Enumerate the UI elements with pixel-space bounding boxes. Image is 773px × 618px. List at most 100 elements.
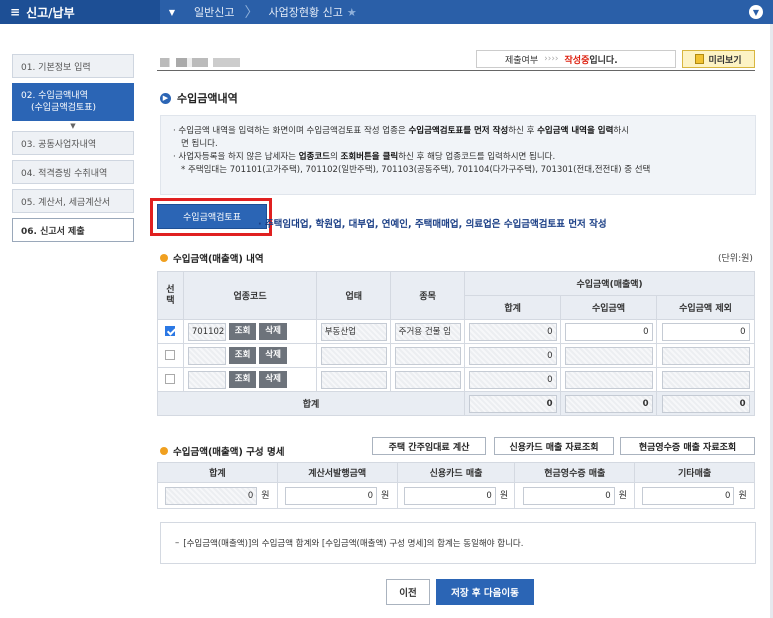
hamburger-icon: ≡ [10, 5, 21, 19]
business-type-cell [316, 367, 392, 392]
breadcrumb-item-business-report[interactable]: 사업장현황 신고 ★ [258, 0, 366, 24]
row-checkbox[interactable] [165, 374, 176, 385]
main-menu-label: 신고/납부 [26, 5, 75, 20]
lookup-button[interactable]: 조회 [228, 371, 257, 388]
invoice-amount-input[interactable]: 0 [285, 486, 378, 505]
row-checkbox[interactable] [165, 350, 176, 361]
excluded-input[interactable] [661, 370, 750, 389]
total-cell: 0 [464, 367, 562, 392]
save-next-button[interactable]: 저장 후 다음이동 [436, 579, 534, 605]
note-text: [수입금액(매출액)]의 수입금액 합계와 [수입금액(매출액) 구성 명세]의… [183, 539, 524, 549]
item-input[interactable] [394, 346, 461, 365]
header-comp-total: 합계 [157, 462, 278, 483]
excluded-input[interactable]: 0 [661, 322, 750, 341]
composition-title-text: 수입금액(매출액) 구성 명세 [173, 447, 285, 458]
revenue-cell [560, 367, 657, 392]
top-nav-bar: ≡ 신고/납부 ▼ 일반신고 〉 사업장현황 신고 ★ ▼ [0, 0, 773, 24]
won-unit: 원 [618, 491, 627, 501]
sidebar-item-label: 04. 적격증빙 수취내역 [21, 168, 108, 179]
sidebar-item-qualified-evidence[interactable]: 04. 적격증빙 수취내역 [12, 160, 134, 184]
preview-label: 미리보기 [708, 55, 742, 66]
excluded-cell [656, 343, 755, 368]
header-item: 종목 [390, 271, 466, 320]
header-text: 선택 [166, 284, 175, 306]
section-title: ▶ 수입금액내역 [160, 90, 238, 106]
industry-code-input[interactable] [187, 346, 226, 365]
highlight-frame [150, 198, 272, 236]
sidebar-item-label: 05. 계산서, 세금계산서 [21, 197, 111, 208]
won-unit: 원 [738, 491, 747, 501]
sidebar-item-invoices[interactable]: 05. 계산서, 세금계산서 [12, 189, 134, 213]
header-industry-code: 업종코드 [182, 271, 318, 320]
header-card-sales: 신용카드 매출 [396, 462, 516, 483]
revenue-table: 선택 업종코드 업태 종목 수입금액(매출액) 합계 수입금액 수입금액 제외 … [156, 271, 755, 416]
status-suffix: 입니다. [589, 55, 618, 66]
won-unit: 원 [499, 491, 509, 501]
delete-button[interactable]: 삭제 [259, 371, 287, 388]
excluded-cell [656, 367, 755, 392]
info-line-4: * 주택임대는 701101(고가주택), 701102(일반주택), 7011… [181, 165, 651, 175]
sum-excluded-cell: 0 [656, 391, 755, 416]
menu-dropdown-chevron-icon[interactable]: ▼ [160, 0, 184, 24]
sidebar-item-basic-info[interactable]: 01. 기본정보 입력 [12, 54, 134, 78]
business-type-input[interactable] [320, 370, 387, 389]
industry-code-cell: 조회 삭제 [182, 367, 318, 392]
favorite-star-icon[interactable]: ★ [347, 6, 357, 19]
industry-code-input[interactable]: 701102 [187, 322, 226, 341]
industry-code-cell: 701102 조회 삭제 [182, 319, 318, 344]
header-cash-receipt-sales: 현금영수증 매출 [514, 462, 636, 483]
info-text: 하신 후 [508, 126, 538, 136]
review-note: · 주택임대업, 학원업, 대부업, 연예인, 주택매매업, 의료업은 수입금액… [258, 219, 607, 230]
sum-excluded-value: 0 [661, 394, 750, 413]
prev-button[interactable]: 이전 [386, 579, 430, 605]
row-checkbox[interactable] [165, 326, 176, 337]
other-sales-input[interactable]: 0 [642, 486, 735, 505]
preview-button[interactable]: 미리보기 [682, 50, 755, 68]
sidebar-item-joint-business[interactable]: 03. 공동사업자내역 [12, 131, 134, 155]
sidebar-item-submit[interactable]: 06. 신고서 제출 [12, 218, 134, 242]
bullet-dot-icon [160, 254, 168, 262]
industry-code-cell: 조회 삭제 [182, 343, 318, 368]
breadcrumb-label: 일반신고 [194, 6, 235, 19]
status-arrows: ›››› [544, 54, 559, 64]
breadcrumb-item-general[interactable]: 일반신고 [184, 0, 244, 24]
item-cell [390, 367, 466, 392]
revenue-input[interactable]: 0 [564, 322, 653, 341]
industry-code-input[interactable] [187, 370, 226, 389]
item-cell [390, 343, 466, 368]
card-sales-input[interactable]: 0 [403, 486, 496, 505]
main-menu-button[interactable]: ≡ 신고/납부 [0, 0, 160, 24]
note-box: – [수입금액(매출액)]의 수입금액 합계와 [수입금액(매출액) 구성 명세… [160, 522, 756, 564]
sidebar-item-revenue[interactable]: 02. 수입금액내역 (수입금액검토표) [12, 83, 134, 121]
housing-rent-calc-button[interactable]: 주택 간주임대료 계산 [372, 437, 486, 455]
item-input[interactable] [394, 370, 461, 389]
business-type-input[interactable]: 부동산업 [320, 322, 387, 341]
cash-receipt-input[interactable]: 0 [522, 486, 615, 505]
delete-button[interactable]: 삭제 [259, 347, 287, 364]
card-sales-lookup-button[interactable]: 신용카드 매출 자료조회 [494, 437, 614, 455]
delete-button[interactable]: 삭제 [259, 323, 287, 340]
item-input[interactable]: 주거용 건물 임 [394, 322, 461, 341]
invoice-amount-cell: 0원 [276, 482, 398, 509]
revenue-input[interactable] [564, 370, 653, 389]
info-text: 의 [329, 152, 341, 162]
section-title-text: 수입금액내역 [177, 92, 238, 105]
lookup-button[interactable]: 조회 [228, 347, 257, 364]
header-divider [157, 70, 755, 71]
sidebar-item-label: 01. 기본정보 입력 [21, 62, 91, 73]
revenue-input[interactable] [564, 346, 653, 365]
active-step-arrow-icon: ▼ [70, 122, 76, 130]
collapse-chevron-icon[interactable]: ▼ [749, 5, 763, 19]
cash-receipt-lookup-button[interactable]: 현금영수증 매출 자료조회 [620, 437, 755, 455]
table-row: 701102 조회 삭제 부동산업 주거용 건물 임 0 0 0 [157, 319, 755, 344]
sum-label: 합계 [156, 391, 466, 416]
item-cell: 주거용 건물 임 [390, 319, 466, 344]
won-unit: 원 [261, 491, 270, 501]
lookup-button[interactable]: 조회 [228, 323, 257, 340]
row-select-cell [157, 367, 184, 392]
header-business-type: 업태 [316, 271, 392, 320]
table-row: 조회 삭제 0 [157, 343, 755, 368]
excluded-input[interactable] [661, 346, 750, 365]
business-type-input[interactable] [320, 346, 387, 365]
breadcrumb-separator-icon: 〉 [244, 5, 259, 21]
